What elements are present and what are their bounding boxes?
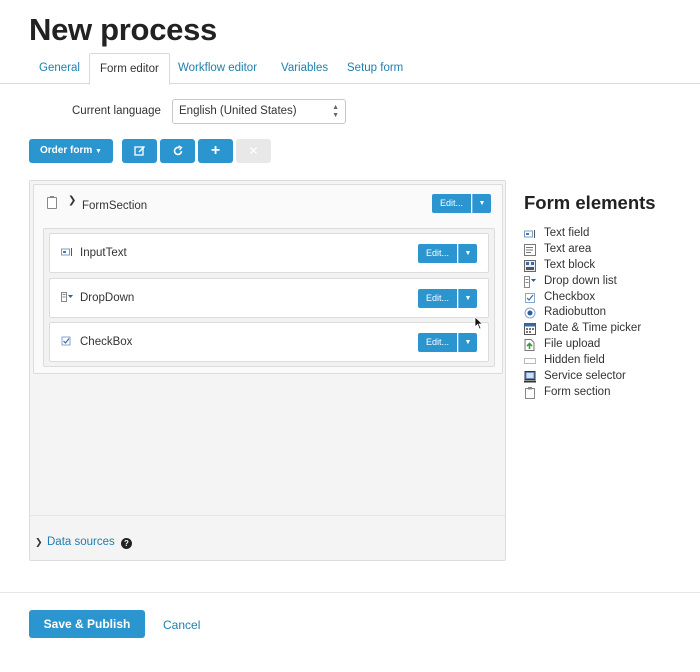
form-elements-title: Form elements (524, 192, 656, 213)
hidden-field-icon (524, 358, 536, 365)
field-row-inputtext[interactable]: InputText Edit... ▼ (49, 233, 489, 273)
tab-form-editor[interactable]: Form editor (89, 53, 170, 85)
field-row-checkbox[interactable]: CheckBox Edit... ▼ (49, 322, 489, 362)
field-name: InputText (80, 247, 127, 259)
tab-variables[interactable]: Variables (271, 53, 338, 84)
field-name: DropDown (80, 292, 135, 304)
edit-icon (133, 145, 145, 156)
form-element-label: Date & Time picker (544, 322, 642, 335)
tab-workflow-editor[interactable]: Workflow editor (168, 53, 267, 84)
field-edit-button[interactable]: Edit... (418, 244, 457, 263)
form-element-label: Drop down list (544, 274, 617, 287)
file-upload-icon (524, 339, 535, 352)
chevron-right-icon[interactable]: ❯ (35, 537, 43, 548)
cancel-link[interactable]: Cancel (163, 618, 200, 632)
caret-down-icon: ▼ (95, 148, 102, 155)
data-sources-link[interactable]: Data sources (47, 536, 115, 548)
language-select[interactable]: English (United States) ▲ ▼ (172, 99, 346, 124)
service-selector-icon (524, 371, 536, 383)
tab-general[interactable]: General (29, 53, 90, 84)
field-name: CheckBox (80, 336, 133, 348)
select-caret-icon: ▲ ▼ (332, 104, 339, 119)
section-edit-button[interactable]: Edit... (432, 194, 471, 213)
form-element-label: Hidden field (544, 354, 605, 367)
text-area-icon (524, 243, 536, 256)
text-field-icon (524, 230, 535, 238)
plus-icon: + (210, 142, 221, 159)
tab-setup-form[interactable]: Setup form (337, 53, 413, 84)
form-element-label: Checkbox (544, 290, 596, 303)
form-section-header: ❯ FormSection Edit... ▼ (34, 185, 502, 223)
field-row-dropdown[interactable]: DropDown Edit... ▼ (49, 278, 489, 318)
form-section-body: InputText Edit... ▼ DropDown Edit... ▼ C… (43, 228, 495, 367)
checkbox-icon (61, 336, 71, 346)
dropdown-icon (524, 275, 536, 288)
mouse-cursor-icon (474, 316, 484, 330)
edit-form-button[interactable] (122, 139, 157, 163)
form-element-label: Text field (544, 227, 590, 239)
delete-button[interactable]: ✕ (236, 139, 271, 163)
help-icon[interactable]: ? (121, 538, 132, 549)
close-icon: ✕ (248, 144, 259, 158)
order-form-label: Order form (40, 145, 93, 156)
form-section-icon (47, 196, 57, 209)
dropdown-icon (61, 292, 73, 302)
form-section-name: FormSection (82, 200, 148, 212)
form-section-icon (525, 386, 535, 399)
form-element-label: Service selector (544, 370, 626, 383)
radio-icon (524, 307, 536, 319)
field-edit-button[interactable]: Edit... (418, 289, 457, 308)
form-element-label: Radiobutton (544, 306, 607, 319)
field-edit-caret-button[interactable]: ▼ (458, 289, 477, 308)
form-section: ❯ FormSection Edit... ▼ InputText Edit..… (33, 184, 503, 374)
field-edit-caret-button[interactable]: ▼ (458, 244, 477, 263)
save-publish-button[interactable]: Save & Publish (29, 610, 145, 638)
checkbox-icon (525, 292, 535, 303)
field-edit-caret-button[interactable]: ▼ (458, 333, 477, 352)
text-block-icon (524, 259, 536, 272)
language-select-value: English (United States) (179, 105, 297, 117)
form-element-label: Text block (544, 258, 596, 271)
form-element-label: Text area (544, 242, 592, 255)
data-sources-row: ❯ Data sources ? (30, 515, 505, 560)
order-form-button[interactable]: Order form ▼ (29, 139, 113, 163)
text-field-icon (61, 248, 72, 256)
current-language-label: Current language (72, 105, 161, 117)
refresh-icon (173, 145, 183, 156)
refresh-button[interactable] (160, 139, 195, 163)
section-edit-caret-button[interactable]: ▼ (472, 194, 491, 213)
form-canvas: ❯ FormSection Edit... ▼ InputText Edit..… (29, 180, 506, 561)
calendar-icon (524, 323, 536, 336)
field-edit-button[interactable]: Edit... (418, 333, 457, 352)
add-button[interactable]: + (198, 139, 233, 163)
form-element-label: File upload (544, 338, 601, 351)
page-title: New process (29, 12, 217, 47)
form-element-label: Form section (544, 385, 611, 398)
footer-divider (0, 592, 700, 593)
tab-bar: General Form editor Workflow editor Vari… (0, 53, 700, 85)
chevron-down-icon[interactable]: ❯ (68, 195, 76, 206)
